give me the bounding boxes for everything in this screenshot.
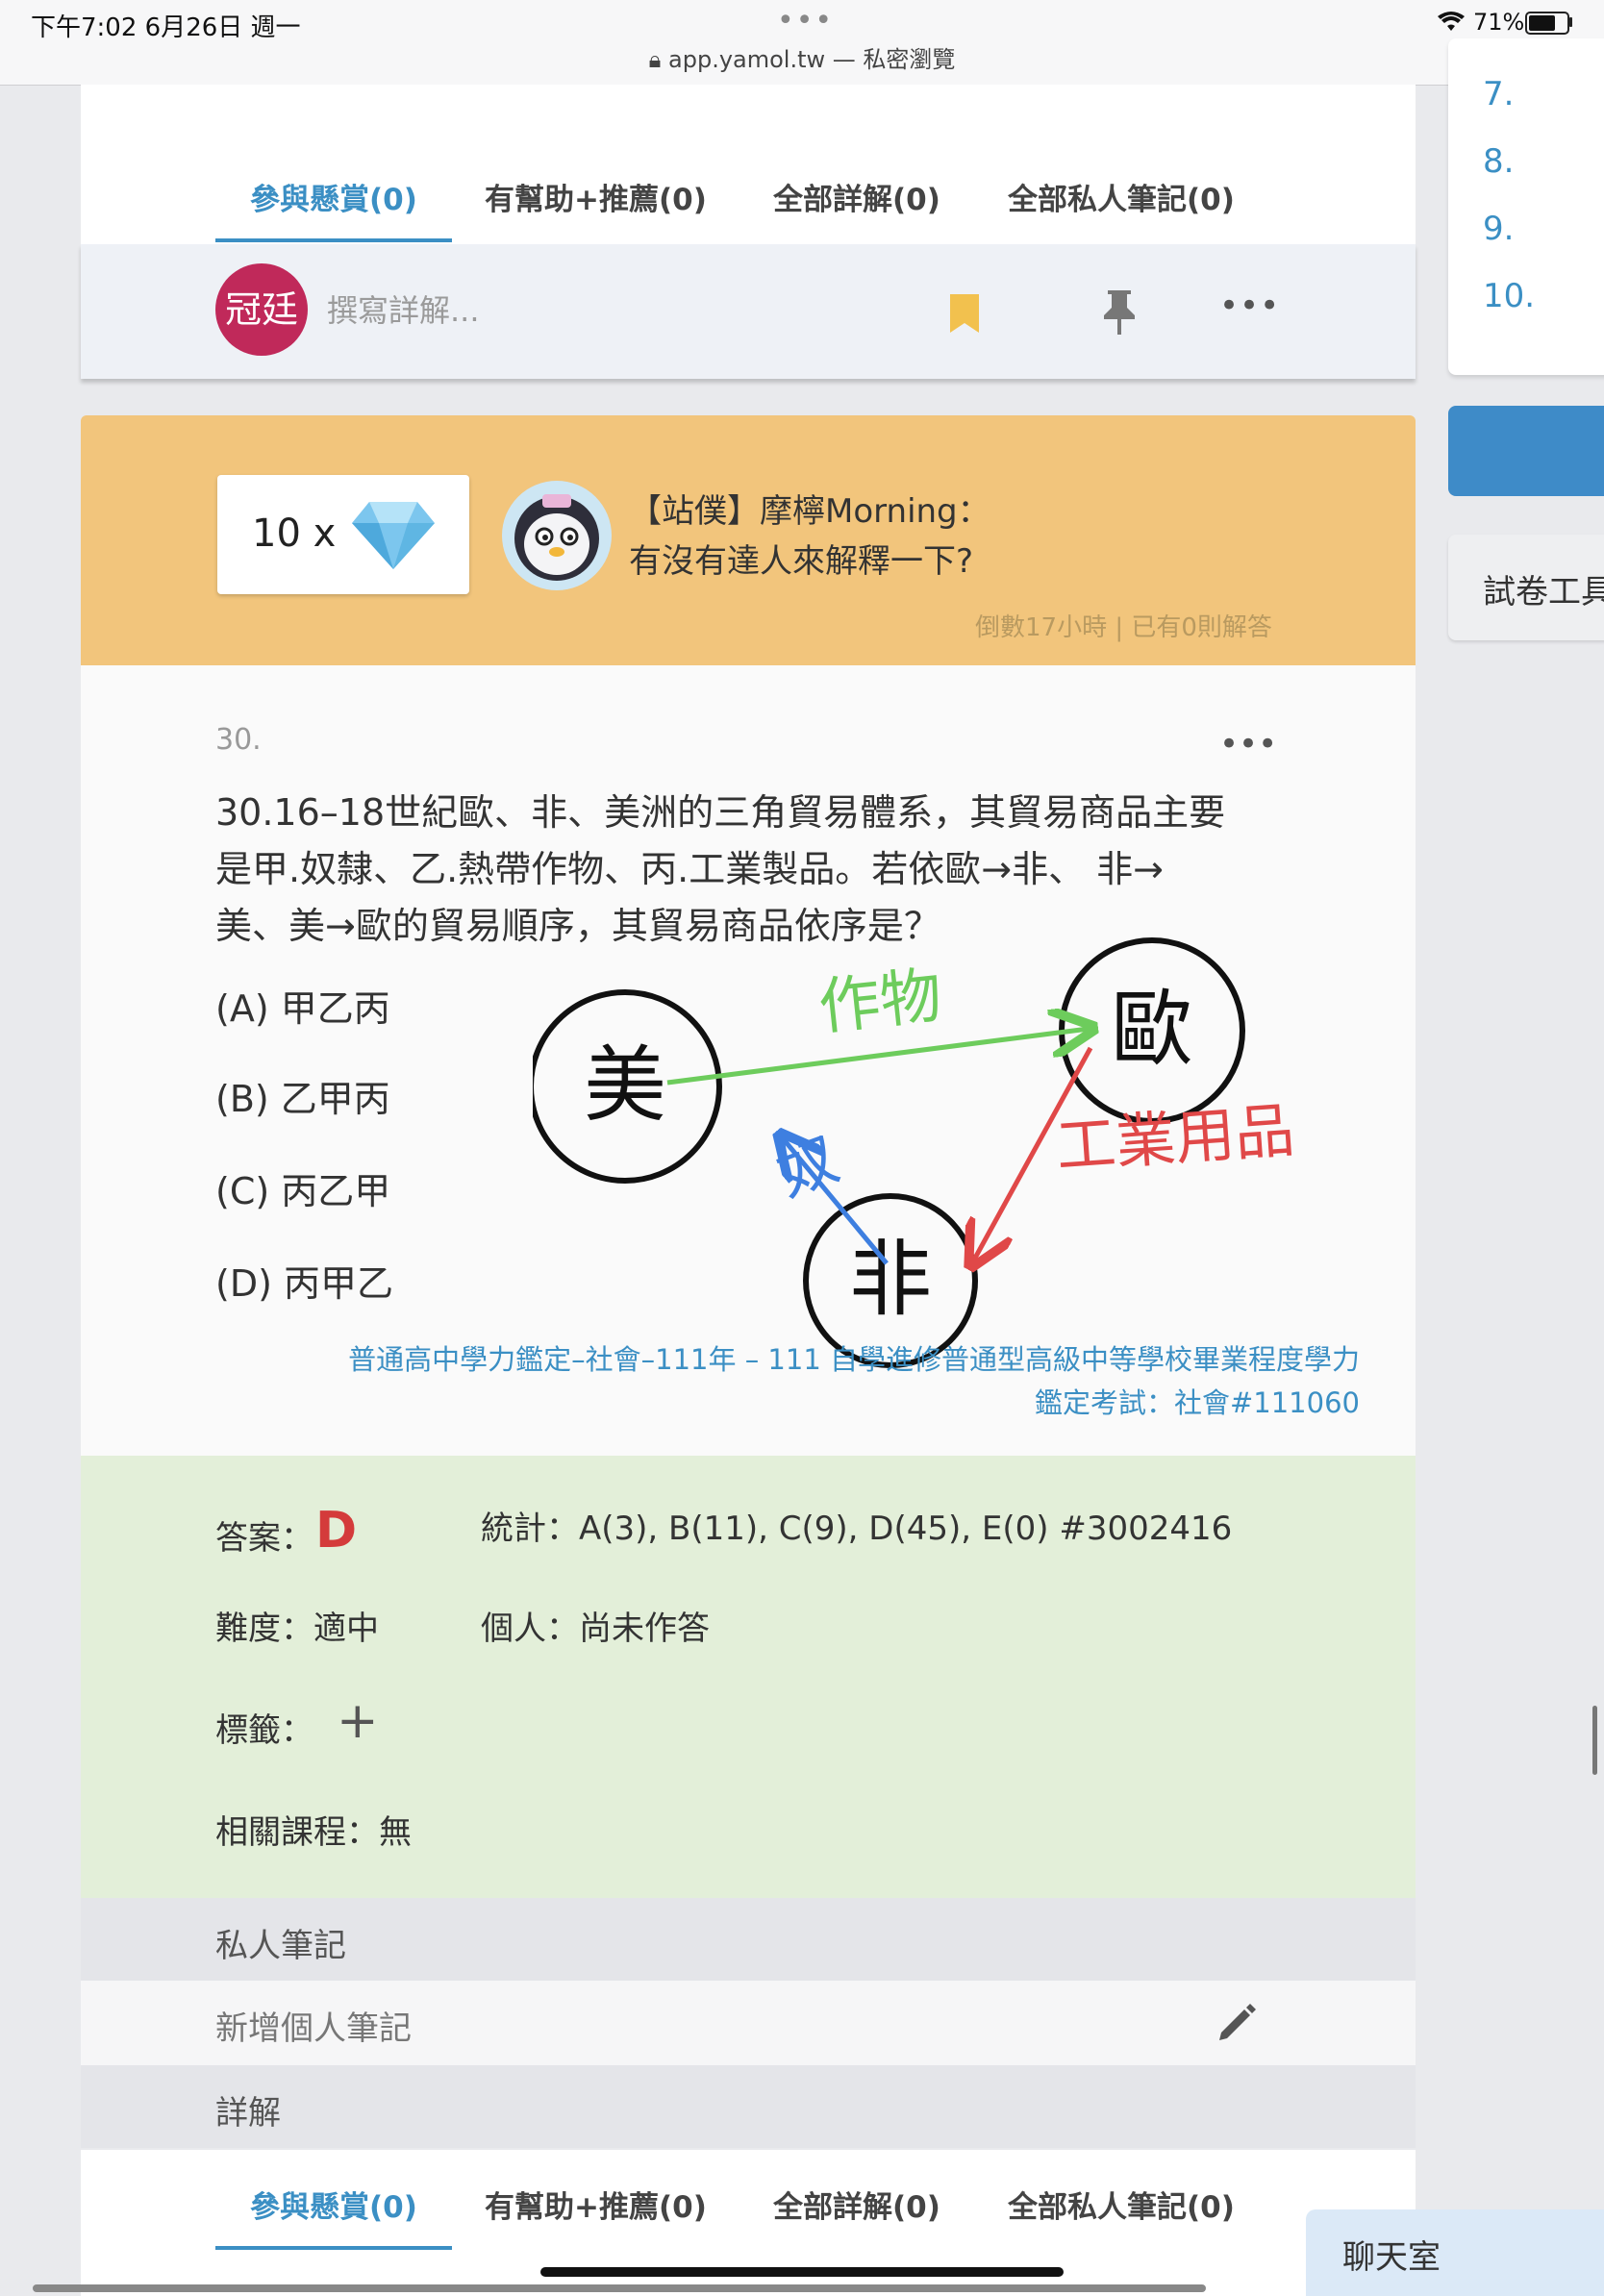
tab-all-explanations[interactable]: 全部詳解(0) bbox=[773, 175, 940, 218]
tabs-top-card: 參與懸賞(0) 有幫助+推薦(0) 全部詳解(0) 全部私人筆記(0) bbox=[81, 85, 1416, 244]
more-options-icon[interactable]: ••• bbox=[1219, 287, 1280, 325]
bounty-meta: 倒數17小時 | 已有0則解答 bbox=[975, 613, 1272, 642]
question-more-icon[interactable]: ••• bbox=[1219, 725, 1277, 763]
option-b[interactable]: (B) 乙甲丙 bbox=[215, 1069, 390, 1122]
penguin-icon bbox=[514, 494, 599, 581]
more-dots-icon[interactable]: ••• bbox=[777, 4, 834, 37]
private-notes-header: 私人筆記 bbox=[81, 1898, 1416, 1981]
question-source-link[interactable]: 普通高中學力鑑定–社會–111年 – 111 自學進修普通型高級中等學校畢業程度… bbox=[215, 1338, 1360, 1425]
personal-status: 個人：尚未作答 bbox=[481, 1610, 710, 1648]
gem-reward: 10 x bbox=[217, 475, 469, 594]
private-notes-title: 私人筆記 bbox=[215, 1927, 346, 1965]
label-europe: 歐 bbox=[1111, 982, 1193, 1078]
option-d[interactable]: (D) 丙甲乙 bbox=[215, 1254, 393, 1307]
bounty-message: 有沒有達人來解釋一下? bbox=[629, 542, 974, 581]
home-indicator[interactable] bbox=[540, 2267, 1064, 2277]
explanations-title: 詳解 bbox=[215, 2094, 281, 2133]
pencil-icon[interactable] bbox=[1216, 2000, 1260, 2044]
add-tag-button[interactable]: + bbox=[337, 1692, 379, 1750]
active-tab-indicator bbox=[215, 2246, 452, 2250]
bounty-card: 10 x 【站僕】摩檸Morning： 有沒有達人來解釋一下? 倒數17小時 |… bbox=[81, 415, 1416, 665]
bookmark-icon[interactable] bbox=[948, 292, 981, 335]
add-note-row[interactable]: 新增個人筆記 bbox=[81, 1981, 1416, 2065]
active-tab-indicator bbox=[215, 238, 452, 242]
tab-all-explanations[interactable]: 全部詳解(0) bbox=[773, 2183, 940, 2226]
explanations-header: 詳解 bbox=[81, 2065, 1416, 2148]
status-time: 下午7:02 6月26日 週一 bbox=[31, 13, 301, 42]
tab-private-notes[interactable]: 全部私人筆記(0) bbox=[1008, 175, 1235, 218]
lock-icon: 🔒︎ bbox=[648, 46, 662, 73]
scrollbar[interactable] bbox=[1592, 1706, 1597, 1775]
question-index-item[interactable]: 9. bbox=[1483, 210, 1514, 248]
pin-icon[interactable] bbox=[1100, 288, 1139, 337]
url-text: app.yamol.tw — 私密瀏覽 bbox=[668, 46, 956, 73]
option-c[interactable]: (C) 丙乙甲 bbox=[215, 1161, 390, 1214]
question-card: 30. ••• 30.16–18世紀歐、非、美洲的三角貿易體系，其貿易商品主要 … bbox=[81, 665, 1416, 1456]
question-index-item[interactable]: 7. bbox=[1483, 75, 1514, 113]
battery-level-fill bbox=[1529, 15, 1555, 31]
bot-avatar bbox=[502, 481, 612, 590]
label-africa: 非 bbox=[849, 1232, 932, 1328]
gem-count: 10 x bbox=[252, 512, 337, 556]
tab-bounty[interactable]: 參與懸賞(0) bbox=[250, 2183, 417, 2226]
option-a[interactable]: (A) 甲乙丙 bbox=[215, 979, 390, 1032]
label-america: 美 bbox=[584, 1037, 666, 1134]
tab-helpful[interactable]: 有幫助+推薦(0) bbox=[485, 2183, 707, 2226]
tab-helpful[interactable]: 有幫助+推薦(0) bbox=[485, 175, 707, 218]
answer-value: D bbox=[315, 1502, 358, 1560]
source-line-2: 鑑定考試：社會#111060 bbox=[1034, 1386, 1360, 1419]
exam-tools-label: 試卷工具 bbox=[1483, 573, 1604, 611]
diamond-icon bbox=[352, 502, 435, 569]
exam-tools-button[interactable]: 試卷工具 bbox=[1448, 535, 1604, 640]
chat-room-label: 聊天室 bbox=[1342, 2238, 1441, 2277]
related-courses: 相關課程：無 bbox=[215, 1813, 412, 1852]
battery-percent: 71% bbox=[1473, 9, 1525, 36]
question-number: 30. bbox=[215, 723, 262, 757]
page-bottom-divider bbox=[33, 2284, 1206, 2292]
question-index-item[interactable]: 8. bbox=[1483, 142, 1514, 181]
question-text-line: 30.16–18世紀歐、非、美洲的三角貿易體系，其貿易商品主要 bbox=[215, 791, 1226, 834]
difficulty: 難度：適中 bbox=[215, 1610, 379, 1648]
question-index-item[interactable]: 10. bbox=[1483, 277, 1535, 315]
chat-room-button[interactable]: 聊天室 bbox=[1306, 2209, 1604, 2296]
label-slave: 奴 bbox=[767, 1123, 847, 1210]
avatar[interactable]: 冠廷 bbox=[215, 263, 308, 356]
tab-private-notes[interactable]: 全部私人筆記(0) bbox=[1008, 2183, 1235, 2226]
battery-tip bbox=[1569, 17, 1572, 27]
bounty-author: 【站僕】摩檸Morning： bbox=[629, 492, 990, 531]
question-index-list: 7. 8. 9. 10. bbox=[1448, 38, 1604, 375]
answer-label: 答案： bbox=[215, 1519, 313, 1558]
sidebar-action-button[interactable] bbox=[1448, 406, 1604, 496]
answer-stats: 統計：A(3), B(11), C(9), D(45), E(0) #30024… bbox=[481, 1510, 1233, 1548]
answer-panel: 答案： D 統計：A(3), B(11), C(9), D(45), E(0) … bbox=[81, 1456, 1416, 1898]
battery-icon bbox=[1525, 12, 1569, 35]
add-note-label: 新增個人筆記 bbox=[215, 2009, 412, 2048]
label-crops: 作物 bbox=[815, 961, 945, 1044]
tab-bounty[interactable]: 參與懸賞(0) bbox=[250, 175, 417, 218]
url-bar[interactable]: 🔒︎ app.yamol.tw — 私密瀏覽 bbox=[0, 40, 1604, 74]
write-explanation-bar: 冠廷 撰寫詳解... ••• bbox=[81, 244, 1416, 379]
wifi-icon bbox=[1438, 12, 1465, 31]
write-explanation-input[interactable]: 撰寫詳解... bbox=[327, 287, 480, 331]
label-industry: 工業用品 bbox=[1054, 1095, 1297, 1182]
source-line-1: 普通高中學力鑑定–社會–111年 – 111 自學進修普通型高級中等學校畢業程度… bbox=[348, 1343, 1360, 1376]
status-bar: 下午7:02 6月26日 週一 ••• 🔒︎ app.yamol.tw — 私密… bbox=[0, 0, 1604, 86]
tags-label: 標籤： bbox=[215, 1711, 313, 1750]
